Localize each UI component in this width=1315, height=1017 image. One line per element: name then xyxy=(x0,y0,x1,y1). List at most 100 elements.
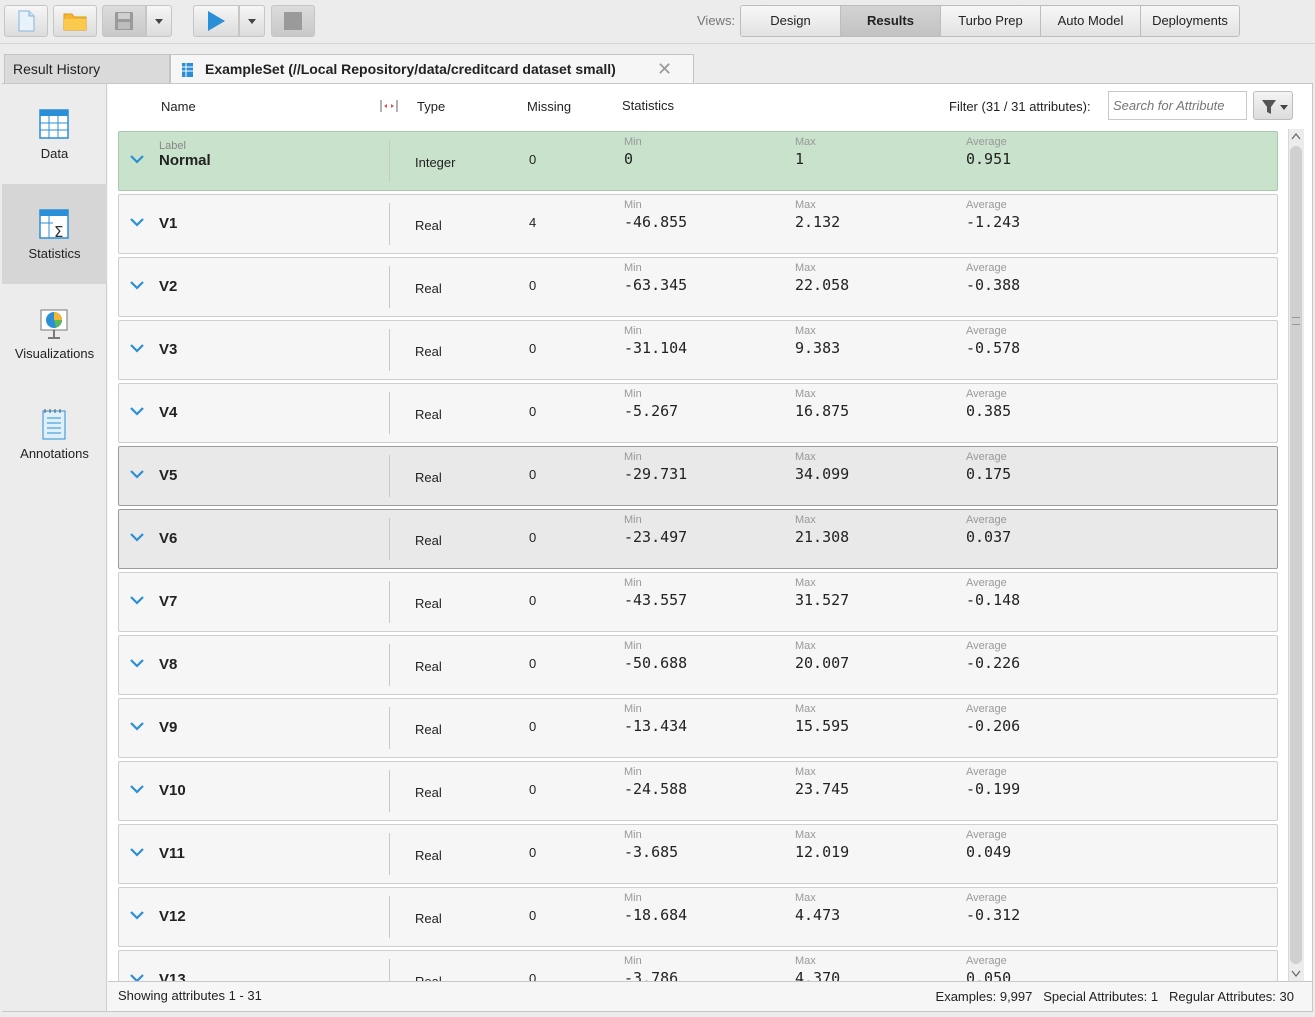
expand-chevron-icon[interactable] xyxy=(130,469,144,479)
attribute-row[interactable]: V1 Real 4 Min -46.855 Max 2.132 Average -1.243 xyxy=(118,194,1278,254)
stat-max-value: 21.308 xyxy=(795,528,850,546)
stat-average-label: Average xyxy=(966,766,1007,778)
stat-average-value: 0.037 xyxy=(966,528,1012,546)
view-deployments-button[interactable]: Deployments xyxy=(1141,6,1239,36)
view-design-button[interactable]: Design xyxy=(741,6,841,36)
stat-average-value: -0.148 xyxy=(966,591,1021,609)
attribute-row[interactable]: V10 Real 0 Min -24.588 Max 23.745 Average -0.199 xyxy=(118,761,1278,821)
attribute-missing-count: 0 xyxy=(529,530,537,545)
attribute-row[interactable]: V11 Real 0 Min -3.685 Max 12.019 Average 0.049 xyxy=(118,824,1278,884)
attribute-row[interactable]: V12 Real 0 Min -18.684 Max 4.473 Average -0.312 xyxy=(118,887,1278,947)
stat-max-value: 9.383 xyxy=(795,339,841,357)
open-process-button[interactable] xyxy=(53,5,97,37)
attribute-missing-count: 0 xyxy=(529,908,537,923)
svg-text:Σ: Σ xyxy=(54,223,63,240)
stop-process-button[interactable] xyxy=(271,5,315,37)
expand-chevron-icon[interactable] xyxy=(130,973,144,981)
expand-chevron-icon[interactable] xyxy=(130,721,144,731)
save-options-dropdown[interactable] xyxy=(146,5,172,37)
attribute-type: Real xyxy=(415,659,442,674)
attribute-type: Integer xyxy=(415,155,456,170)
stat-average-label: Average xyxy=(966,640,1007,652)
attribute-missing-count: 0 xyxy=(529,467,537,482)
attribute-row[interactable]: V7 Real 0 Min -43.557 Max 31.527 Average -0.148 xyxy=(118,572,1278,632)
expand-chevron-icon[interactable] xyxy=(130,532,144,542)
expand-chevron-icon[interactable] xyxy=(130,280,144,290)
table-icon xyxy=(39,109,69,139)
attribute-name: V9 xyxy=(159,719,178,736)
stat-max-label: Max xyxy=(795,829,816,841)
expand-chevron-icon[interactable] xyxy=(130,784,144,794)
save-process-button[interactable] xyxy=(102,5,146,37)
attribute-missing-count: 0 xyxy=(529,404,537,419)
expand-chevron-icon[interactable] xyxy=(130,217,144,227)
run-options-dropdown[interactable] xyxy=(239,5,265,37)
column-divider xyxy=(389,896,390,938)
stat-max-label: Max xyxy=(795,388,816,400)
stat-average-label: Average xyxy=(966,325,1007,337)
sidebar-item-annotations[interactable]: Annotations xyxy=(2,384,107,484)
attribute-row[interactable]: V2 Real 0 Min -63.345 Max 22.058 Average -0.388 xyxy=(118,257,1278,317)
stat-min-value: 0 xyxy=(624,150,634,168)
column-divider xyxy=(389,392,390,434)
stat-min-label: Min xyxy=(624,451,642,463)
attribute-row[interactable]: V13 Real 0 Min -3.786 Max 4.370 Average 0.050 xyxy=(118,950,1278,981)
stat-min-label: Min xyxy=(624,136,642,148)
attribute-row[interactable]: V8 Real 0 Min -50.688 Max 20.007 Average -0.226 xyxy=(118,635,1278,695)
stat-max-value: 2.132 xyxy=(795,213,841,231)
stat-min-value: -24.588 xyxy=(624,780,688,798)
column-divider xyxy=(389,581,390,623)
column-divider xyxy=(389,140,390,182)
new-file-icon xyxy=(18,10,35,32)
scroll-up-icon[interactable] xyxy=(1290,131,1302,143)
stat-average-value: 0.951 xyxy=(966,150,1012,168)
attribute-missing-count: 0 xyxy=(529,341,537,356)
expand-chevron-icon[interactable] xyxy=(130,910,144,920)
attribute-name: V6 xyxy=(159,530,178,547)
expand-chevron-icon[interactable] xyxy=(130,847,144,857)
view-auto-model-button[interactable]: Auto Model xyxy=(1041,6,1141,36)
attribute-missing-count: 4 xyxy=(529,215,537,230)
folder-icon xyxy=(63,13,87,31)
attribute-type: Real xyxy=(415,596,442,611)
attribute-row[interactable]: V3 Real 0 Min -31.104 Max 9.383 Average -0.578 xyxy=(118,320,1278,380)
tab-exampleset[interactable]: ExampleSet (//Local Repository/data/cred… xyxy=(170,54,694,84)
attribute-row[interactable]: V5 Real 0 Min -29.731 Max 34.099 Average 0.175 xyxy=(118,446,1278,506)
sidebar-item-data[interactable]: Data xyxy=(2,84,107,184)
stat-average-label: Average xyxy=(966,703,1007,715)
stat-average-value: 0.049 xyxy=(966,843,1012,861)
regular-attributes-count: Regular Attributes: 30 xyxy=(1168,989,1294,1004)
attribute-type: Real xyxy=(415,911,442,926)
stat-max-label: Max xyxy=(795,640,816,652)
stat-min-label: Min xyxy=(624,892,642,904)
attribute-row[interactable]: V9 Real 0 Min -13.434 Max 15.595 Average -0.206 xyxy=(118,698,1278,758)
expand-chevron-icon[interactable] xyxy=(130,406,144,416)
attribute-row[interactable]: V4 Real 0 Min -5.267 Max 16.875 Average 0.385 xyxy=(118,383,1278,443)
expand-chevron-icon[interactable] xyxy=(130,658,144,668)
attribute-name: V13 xyxy=(159,971,186,981)
tab-result-history[interactable]: Result History xyxy=(4,54,170,84)
stat-average-value: -1.243 xyxy=(966,213,1021,231)
stat-average-value: -0.312 xyxy=(966,906,1021,924)
close-icon[interactable]: ✕ xyxy=(657,55,672,83)
stat-min-value: -3.786 xyxy=(624,969,679,981)
attribute-missing-count: 0 xyxy=(529,278,537,293)
expand-chevron-icon[interactable] xyxy=(130,154,144,164)
new-process-button[interactable] xyxy=(4,5,48,37)
stat-average-label: Average xyxy=(966,514,1007,526)
stat-max-value: 4.473 xyxy=(795,906,841,924)
stat-average-value: 0.385 xyxy=(966,402,1012,420)
view-turbo-prep-button[interactable]: Turbo Prep xyxy=(941,6,1041,36)
sidebar-item-visualizations[interactable]: Visualizations xyxy=(2,284,107,384)
main-toolbar: Views: Design Results Turbo Prep Auto Mo… xyxy=(0,0,1315,44)
run-process-button[interactable] xyxy=(193,5,239,37)
attribute-row-label[interactable]: Label Normal Integer 0 Min 0 Max 1 Average 0.951 xyxy=(118,131,1278,191)
attribute-row[interactable]: V6 Real 0 Min -23.497 Max 21.308 Average 0.037 xyxy=(118,509,1278,569)
expand-chevron-icon[interactable] xyxy=(130,343,144,353)
sidebar-item-statistics[interactable]: Σ Statistics xyxy=(2,184,107,284)
stop-icon xyxy=(284,12,302,30)
expand-chevron-icon[interactable] xyxy=(130,595,144,605)
scroll-down-icon[interactable] xyxy=(1290,967,1302,979)
scrollbar-thumb[interactable] xyxy=(1290,146,1302,964)
view-results-button[interactable]: Results xyxy=(841,6,941,36)
